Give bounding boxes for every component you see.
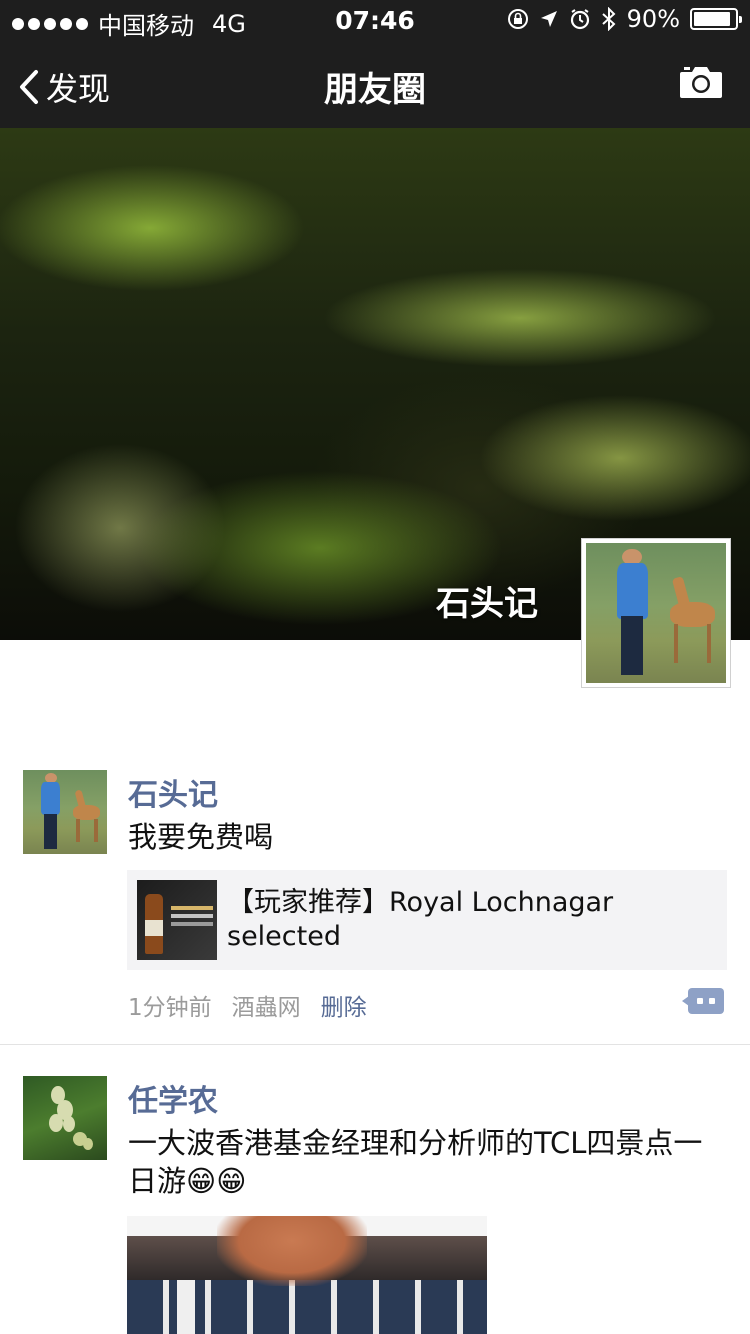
location-icon [540, 11, 557, 27]
page-title: 朋友圈 [324, 70, 426, 110]
rotation-lock-icon [507, 9, 528, 29]
avatar[interactable] [23, 1076, 107, 1160]
alarm-icon [570, 9, 589, 30]
bluetooth-icon [601, 7, 616, 31]
link-title: 【玩家推荐】Royal Lochnagar selected [227, 887, 614, 952]
status-bar: 中国移动 4G 07:46 90% [0, 0, 750, 40]
post-author-name[interactable]: 任学农 [128, 1076, 218, 1120]
delete-button[interactable]: 删除 [321, 988, 367, 1022]
cover-avatar[interactable] [581, 538, 731, 688]
camera-button[interactable] [678, 64, 724, 104]
battery-fill [694, 12, 730, 26]
battery-percent: 90% [626, 5, 680, 33]
shared-link-card[interactable]: 【玩家推荐】Royal Lochnagar selected [127, 870, 727, 970]
link-thumbnail [137, 880, 217, 960]
post-time: 1分钟前 [128, 995, 212, 1021]
post-author-name[interactable]: 石头记 [128, 770, 218, 814]
post-source[interactable]: 酒蟲网 [232, 988, 301, 1022]
battery-icon [690, 8, 742, 30]
avatar[interactable] [23, 770, 107, 854]
post-text: 一大波香港基金经理和分析师的TCL四景点一日游😁😁 [128, 1126, 703, 1198]
nav-bar: 发现 朋友圈 [0, 40, 750, 128]
camera-icon [680, 67, 722, 98]
cover-user-name: 石头记 [436, 584, 538, 624]
post-photo[interactable] [127, 1216, 487, 1334]
divider [0, 1044, 750, 1045]
post-text: 我要免费喝 [128, 820, 274, 854]
top-bar: 中国移动 4G 07:46 90% 发现 朋友圈 [0, 0, 750, 128]
post-meta: 1分钟前 酒蟲网 删除 [128, 988, 367, 1022]
comment-menu-icon[interactable] [682, 988, 724, 1014]
